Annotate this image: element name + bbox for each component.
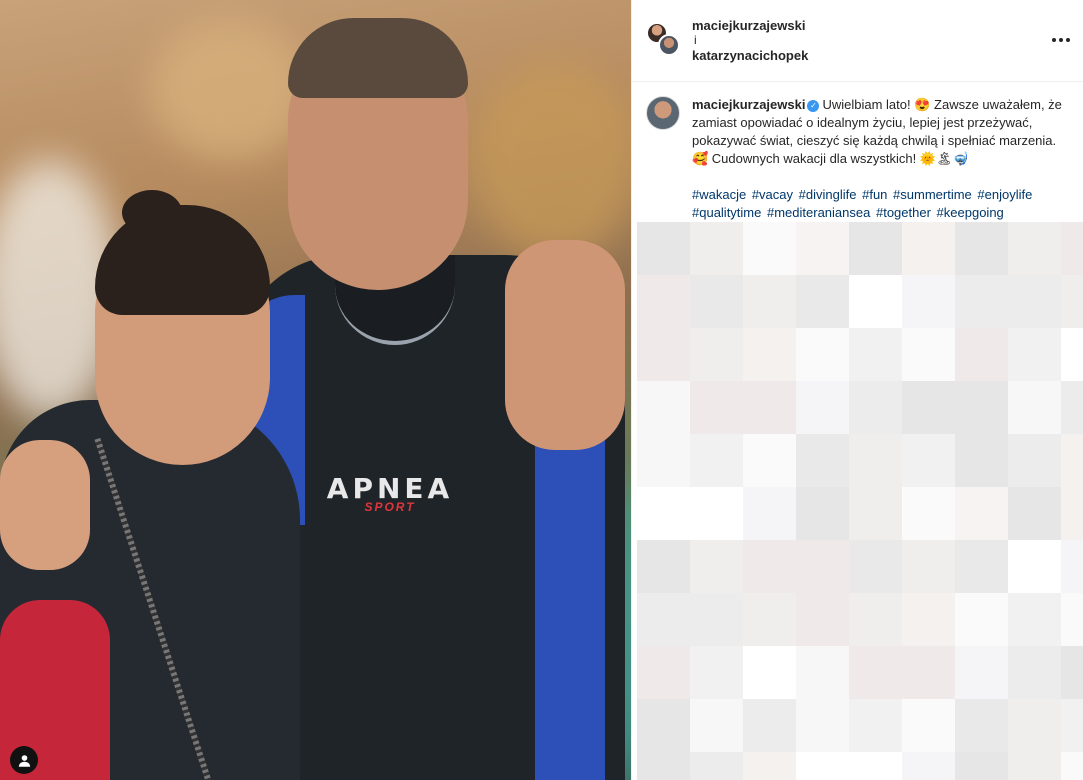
background-blur	[150, 20, 310, 160]
post-sidebar: maciejkurzajewski i katarzynacichopek ma…	[631, 0, 1083, 780]
hashtag-link[interactable]: #enjoylife	[977, 187, 1032, 202]
hashtag-link[interactable]: #divinglife	[799, 187, 857, 202]
hashtag-link[interactable]: #together	[876, 205, 931, 220]
woman-hair	[95, 205, 270, 315]
hashtag-link[interactable]: #wakacje	[692, 187, 746, 202]
verified-badge-icon: ✓	[807, 100, 820, 112]
hashtag-link[interactable]: #fun	[862, 187, 887, 202]
ok-hand-gesture	[0, 440, 90, 570]
post-photo[interactable]: APNEA SPORT	[0, 0, 631, 780]
collab-names: maciejkurzajewski i katarzynacichopek	[692, 18, 808, 63]
more-options-icon[interactable]	[1049, 30, 1073, 50]
caption-username[interactable]: maciejkurzajewski	[692, 97, 805, 112]
hashtag-link[interactable]: #qualitytime	[692, 205, 761, 220]
hashtag-link[interactable]: #mediteraniansea	[767, 205, 870, 220]
post-header: maciejkurzajewski i katarzynacichopek	[632, 0, 1083, 82]
hashtag-link[interactable]: #keepgoing	[937, 205, 1004, 220]
collab-avatars[interactable]	[646, 22, 684, 62]
avatar[interactable]	[646, 96, 680, 130]
caption-text: maciejkurzajewski ✓ Uwielbiam lato! 😍 Zaws…	[692, 96, 1064, 240]
user-tag-icon[interactable]	[10, 746, 38, 774]
hashtag-link[interactable]: #vacay	[752, 187, 793, 202]
conjunction-text: i	[694, 33, 697, 47]
post-caption: maciejkurzajewski ✓ Uwielbiam lato! 😍 Zaws…	[632, 82, 1083, 240]
hashtag-link[interactable]: #summertime	[893, 187, 972, 202]
avatar[interactable]	[658, 34, 680, 56]
username-link[interactable]: katarzynacichopek	[692, 48, 808, 63]
comments-blurred	[637, 222, 1083, 780]
post-viewer: APNEA SPORT maciejkurzajewski i katarzyn…	[0, 0, 1083, 780]
ok-hand-gesture	[505, 240, 625, 450]
background-blur	[470, 60, 631, 260]
man-hair	[288, 18, 468, 98]
shirt-logo-sub: SPORT	[364, 500, 416, 514]
username-link[interactable]: maciejkurzajewski	[692, 18, 808, 33]
